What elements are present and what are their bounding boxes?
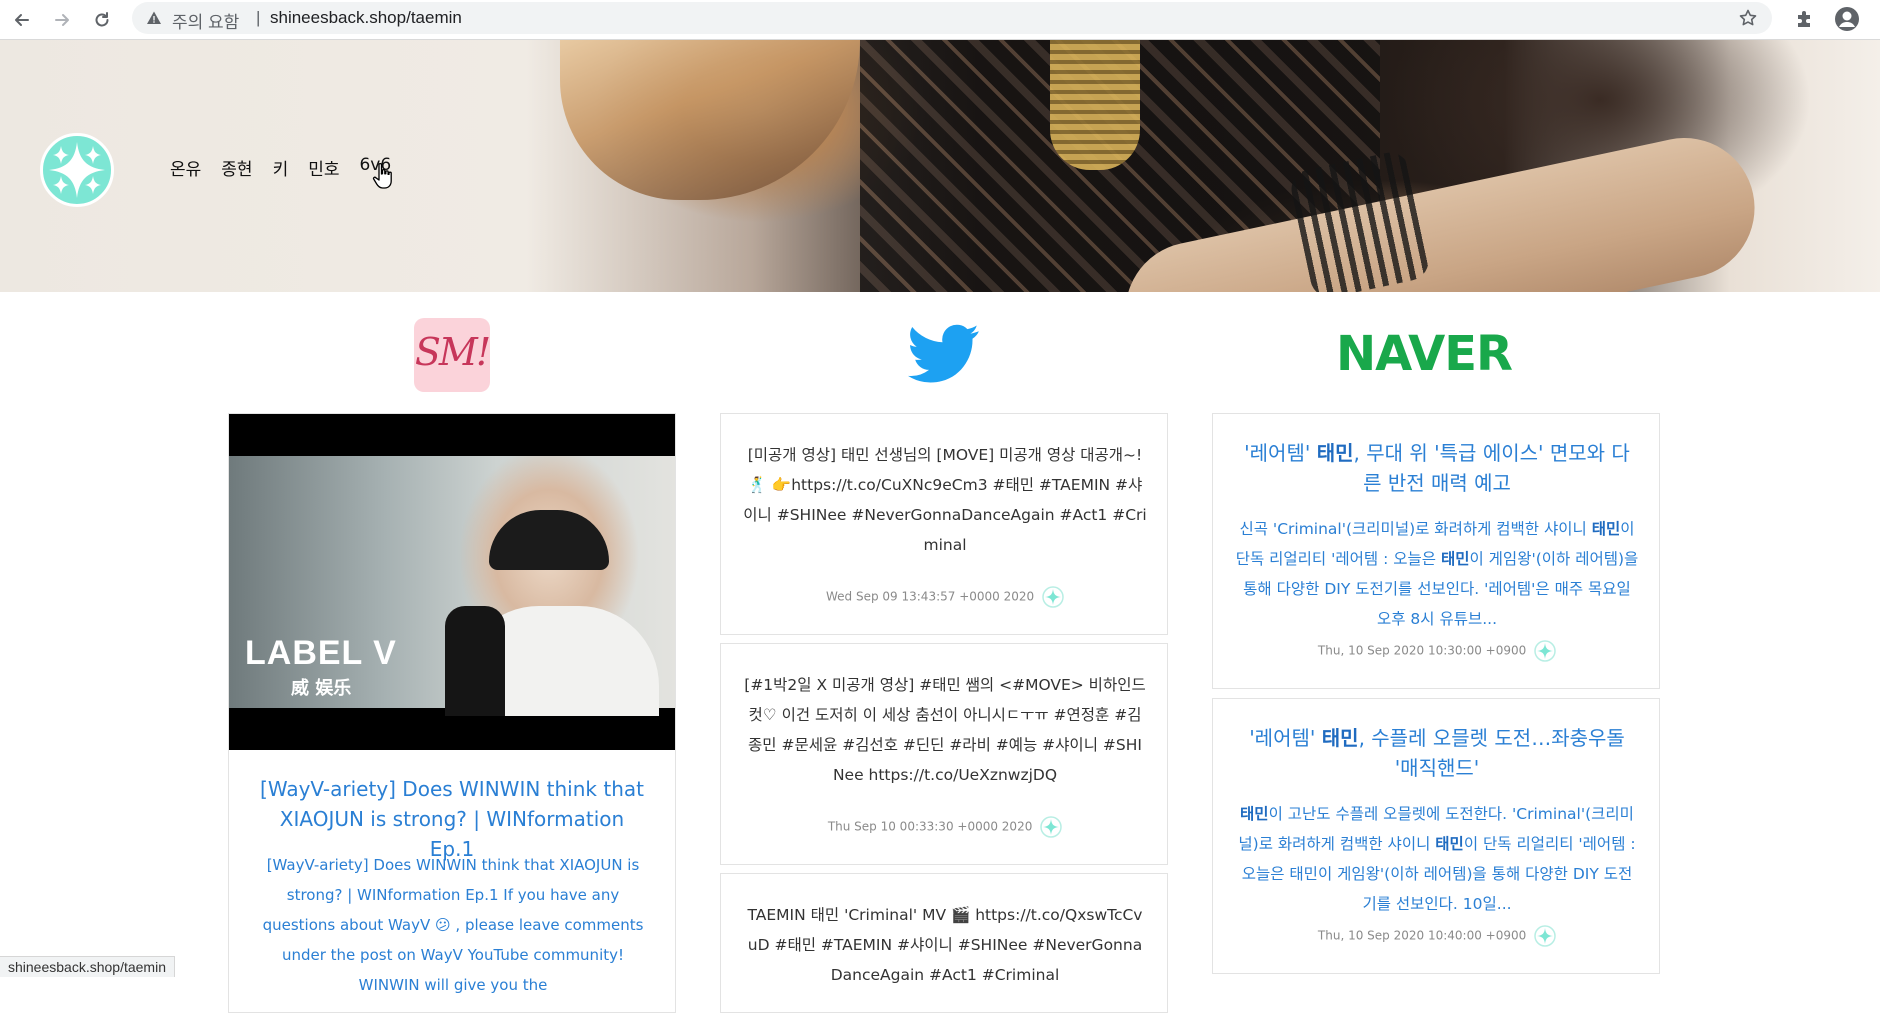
nav-link-jonghyun[interactable]: 종현 <box>221 155 252 180</box>
profile-avatar-icon[interactable] <box>1834 6 1860 32</box>
label-v-subtext: 威 娱乐 <box>291 678 352 699</box>
news-article-card[interactable]: '레어템' 태민, 수플레 오믈렛 도전…좌충우돌 '매직핸드' 태민이 고난도… <box>1212 698 1660 974</box>
hero-photo-hair <box>560 40 860 200</box>
back-arrow-icon <box>15 14 29 26</box>
mini-sparkle-icon <box>1040 816 1062 838</box>
hero-photo-tattoo <box>1287 148 1433 292</box>
forward-arrow-icon <box>55 14 69 26</box>
news-date: Thu, 10 Sep 2020 10:40:00 +0900 <box>1317 928 1527 943</box>
back-button[interactable] <box>8 6 36 34</box>
mini-sparkle-icon <box>1534 925 1556 947</box>
news-summary: 신곡 'Criminal'(크리미널)로 화려하게 컴백한 샤이니 태민이 단독… <box>1235 520 1639 628</box>
mini-sparkle-icon <box>1534 640 1556 662</box>
bookmark-star-icon[interactable] <box>1738 8 1758 28</box>
nav-link-minho[interactable]: 민호 <box>308 155 339 180</box>
member-nav: 온유 종현 키 민호 6v6 <box>170 155 391 180</box>
address-bar[interactable]: 주의 요함 | shineesback.shop/taemin <box>132 2 1772 34</box>
news-meta: Thu, 10 Sep 2020 10:40:00 +0900 <box>1213 925 1661 947</box>
reload-icon <box>95 12 109 27</box>
security-label[interactable]: 주의 요함 <box>172 8 239 33</box>
reload-button[interactable] <box>88 6 116 34</box>
tweet-text: TAEMIN 태민 'Criminal' MV 🎬 https://t.co/Q… <box>747 906 1143 984</box>
nav-link-onew[interactable]: 온유 <box>170 155 201 180</box>
news-title-link[interactable]: '레어템' 태민, 수플레 오믈렛 도전…좌충우돌 '매직핸드' <box>1235 723 1639 783</box>
video-description: [WayV-ariety] Does WINWIN think that XIA… <box>262 856 644 994</box>
site-logo[interactable] <box>40 133 114 207</box>
sm-entertainment-logo: SM! <box>414 318 491 392</box>
sparkle-logo-icon <box>49 142 105 198</box>
news-meta: Thu, 10 Sep 2020 10:30:00 +0900 <box>1213 640 1661 662</box>
news-title-link[interactable]: '레어템' 태민, 무대 위 '특급 에이스' 면모와 다른 반전 매력 예고 <box>1235 438 1639 498</box>
news-date: Thu, 10 Sep 2020 10:30:00 +0900 <box>1317 643 1527 658</box>
news-article-card[interactable]: '레어템' 태민, 무대 위 '특급 에이스' 면모와 다른 반전 매력 예고 … <box>1212 413 1660 689</box>
hero-photo-chain <box>1050 40 1140 170</box>
hand-cursor-icon <box>372 162 392 189</box>
warning-icon[interactable] <box>146 10 162 26</box>
forward-button[interactable] <box>48 6 76 34</box>
video-thumbnail[interactable]: LABEL V 威 娱乐 <box>229 414 675 750</box>
browser-toolbar: 주의 요함 | shineesback.shop/taemin <box>0 0 1880 40</box>
twitter-bird-icon <box>908 324 979 383</box>
tweet-meta: Wed Sep 09 13:43:57 +0000 2020 <box>721 586 1169 608</box>
tweet-card[interactable]: [#1박2일 X 미공개 영상] #태민 쌤의 <#MOVE> 비하인드컷♡ 이… <box>720 643 1168 865</box>
sm-logo-text: SM! <box>414 330 491 374</box>
label-v-watermark: LABEL V <box>245 634 397 672</box>
tweet-text: [미공개 영상] 태민 선생님의 [MOVE] 미공개 영상 대공개~!🕺 👉h… <box>743 446 1147 554</box>
tweet-text: [#1박2일 X 미공개 영상] #태민 쌤의 <#MOVE> 비하인드컷♡ 이… <box>744 676 1146 784</box>
thumb-person-vest <box>445 606 505 716</box>
news-summary: 태민이 고난도 수플레 오믈렛에 도전한다. 'Criminal'(크리미널)로… <box>1238 805 1636 913</box>
tweet-card[interactable]: [미공개 영상] 태민 선생님의 [MOVE] 미공개 영상 대공개~!🕺 👉h… <box>720 413 1168 635</box>
tweet-date: Wed Sep 09 13:43:57 +0000 2020 <box>826 589 1035 604</box>
extensions-puzzle-icon[interactable] <box>1794 8 1816 30</box>
mini-sparkle-icon <box>1042 586 1064 608</box>
tweet-card[interactable]: TAEMIN 태민 'Criminal' MV 🎬 https://t.co/Q… <box>720 873 1168 1013</box>
youtube-video-card[interactable]: LABEL V 威 娱乐 [WayV-ariety] Does WINWIN t… <box>228 413 676 1013</box>
link-hover-status: shineesback.shop/taemin <box>0 956 175 977</box>
tweet-date: Thu Sep 10 00:33:30 +0000 2020 <box>827 819 1033 834</box>
url-separator: | <box>256 8 261 27</box>
url-text[interactable]: shineesback.shop/taemin <box>270 8 462 28</box>
nav-link-key[interactable]: 키 <box>273 155 289 180</box>
tweet-meta: Thu Sep 10 00:33:30 +0000 2020 <box>721 816 1169 838</box>
naver-logo: NAVER <box>1336 326 1513 382</box>
video-frame: LABEL V 威 娱乐 <box>229 456 675 716</box>
thumb-person-cap <box>489 510 609 570</box>
